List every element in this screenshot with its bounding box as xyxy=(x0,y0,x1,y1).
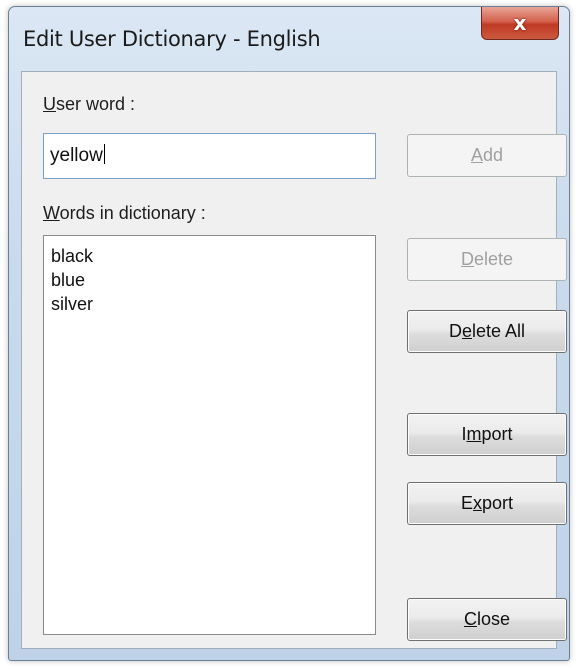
add-button[interactable]: Add xyxy=(407,134,567,177)
user-word-label: User word : xyxy=(43,94,136,114)
close-button[interactable]: Close xyxy=(407,598,567,641)
dictionary-dialog: Edit User Dictionary - English x User wo… xyxy=(8,6,570,661)
title-bar[interactable]: Edit User Dictionary - English x xyxy=(9,7,569,71)
dictionary-word-list[interactable]: black blue silver xyxy=(43,235,376,635)
close-window-button[interactable]: x xyxy=(481,7,559,40)
delete-button[interactable]: Delete xyxy=(407,238,567,281)
list-item[interactable]: blue xyxy=(51,268,375,292)
export-button[interactable]: Export xyxy=(407,482,567,525)
text-caret xyxy=(103,144,105,164)
list-item[interactable]: black xyxy=(51,244,375,268)
user-word-value: yellow xyxy=(50,145,103,166)
list-item[interactable]: silver xyxy=(51,292,375,316)
window-title: Edit User Dictionary - English xyxy=(23,27,321,51)
dialog-body: User word : yellow Words in dictionary :… xyxy=(21,71,567,649)
delete-all-button[interactable]: Delete All xyxy=(407,310,567,353)
words-in-dictionary-label: Words in dictionary : xyxy=(43,203,206,223)
import-button[interactable]: Import xyxy=(407,413,567,456)
close-icon: x xyxy=(513,11,527,35)
user-word-input[interactable]: yellow xyxy=(43,133,376,179)
